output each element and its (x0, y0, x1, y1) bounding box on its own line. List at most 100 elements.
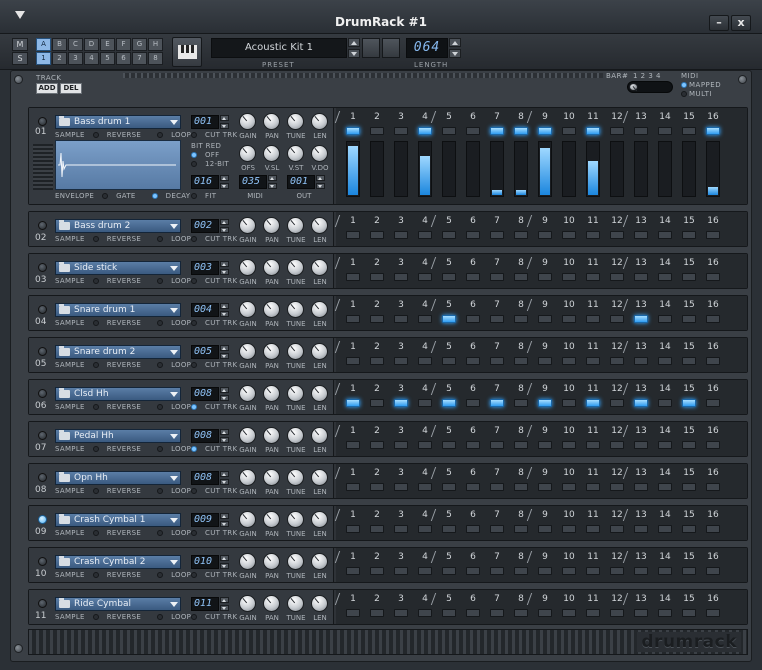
step-button[interactable] (442, 127, 456, 135)
step-button[interactable] (658, 483, 672, 491)
step-button[interactable] (610, 525, 624, 533)
step-button[interactable] (466, 483, 480, 491)
pattern-bank-e[interactable]: E (100, 38, 115, 51)
reverse-toggle[interactable]: REVERSE (92, 235, 149, 243)
step-button[interactable] (442, 567, 456, 575)
step-button[interactable] (442, 357, 456, 365)
step-button[interactable] (394, 441, 408, 449)
step-button[interactable] (514, 127, 528, 135)
step-button[interactable] (466, 315, 480, 323)
step-button[interactable] (490, 609, 504, 617)
mute-button[interactable]: M (12, 38, 28, 51)
step-button[interactable] (610, 273, 624, 281)
step-button[interactable] (442, 315, 456, 323)
step-button[interactable] (346, 567, 360, 575)
step-button[interactable] (490, 483, 504, 491)
step-button[interactable] (466, 567, 480, 575)
step-button[interactable] (634, 399, 648, 407)
step-button[interactable] (634, 441, 648, 449)
gain-knob[interactable] (239, 385, 256, 402)
step-button[interactable] (658, 441, 672, 449)
step-button[interactable] (370, 315, 384, 323)
step-button[interactable] (370, 231, 384, 239)
cut-track-display[interactable]: 008 (191, 471, 219, 485)
step-button[interactable] (346, 357, 360, 365)
velocity-slider[interactable] (514, 141, 528, 197)
pattern-number-5[interactable]: 5 (100, 52, 115, 65)
solo-button[interactable]: S (12, 52, 28, 65)
step-button[interactable] (706, 357, 720, 365)
reverse-toggle[interactable]: REVERSE (92, 529, 149, 537)
pan-knob[interactable] (263, 427, 280, 444)
bit-off-option[interactable]: OFF (191, 151, 227, 159)
step-button[interactable] (346, 483, 360, 491)
step-button[interactable] (538, 567, 552, 575)
step-button[interactable] (442, 231, 456, 239)
step-button[interactable] (490, 273, 504, 281)
tune-knob[interactable] (287, 343, 304, 360)
step-button[interactable] (682, 357, 696, 365)
open-folder-icon[interactable] (362, 38, 380, 58)
step-button[interactable] (370, 567, 384, 575)
out-channel-display[interactable]: 001 (287, 175, 315, 189)
bar-slider[interactable] (627, 81, 673, 93)
step-button[interactable] (706, 127, 720, 135)
step-button[interactable] (682, 609, 696, 617)
step-button[interactable] (490, 525, 504, 533)
fit-display-spinner[interactable] (220, 175, 229, 189)
velocity-slider[interactable] (658, 141, 672, 197)
step-button[interactable] (658, 357, 672, 365)
tune-knob[interactable] (287, 113, 304, 130)
sample-selector[interactable]: Pedal Hh (55, 429, 181, 443)
cut-track-spinner[interactable] (220, 219, 229, 233)
track-led[interactable] (38, 515, 47, 524)
step-button[interactable] (562, 609, 576, 617)
step-button[interactable] (682, 567, 696, 575)
len-knob[interactable] (311, 385, 328, 402)
gain-knob[interactable] (239, 595, 256, 612)
step-button[interactable] (538, 357, 552, 365)
step-button[interactable] (586, 127, 600, 135)
step-button[interactable] (634, 483, 648, 491)
pan-knob[interactable] (263, 113, 280, 130)
step-button[interactable] (490, 231, 504, 239)
step-button[interactable] (514, 525, 528, 533)
step-button[interactable] (346, 315, 360, 323)
cut-track-spinner[interactable] (220, 513, 229, 527)
pan-knob[interactable] (263, 511, 280, 528)
cut-track-display[interactable]: 001 (191, 115, 219, 129)
step-button[interactable] (634, 357, 648, 365)
tune-knob[interactable] (287, 553, 304, 570)
step-button[interactable] (682, 399, 696, 407)
step-button[interactable] (658, 525, 672, 533)
step-button[interactable] (514, 399, 528, 407)
velocity-slider[interactable] (634, 141, 648, 197)
reverse-toggle[interactable]: REVERSE (92, 277, 149, 285)
step-button[interactable] (466, 231, 480, 239)
step-button[interactable] (706, 315, 720, 323)
step-button[interactable] (538, 483, 552, 491)
cut-track-spinner[interactable] (220, 429, 229, 443)
track-led[interactable] (38, 557, 47, 566)
step-button[interactable] (610, 315, 624, 323)
step-button[interactable] (538, 231, 552, 239)
step-button[interactable] (370, 483, 384, 491)
gain-knob[interactable] (239, 553, 256, 570)
step-button[interactable] (370, 357, 384, 365)
save-disk-icon[interactable] (382, 38, 400, 58)
step-button[interactable] (466, 127, 480, 135)
step-button[interactable] (586, 441, 600, 449)
preset-spinner[interactable] (348, 38, 360, 58)
pattern-bank-b[interactable]: B (52, 38, 67, 51)
step-button[interactable] (490, 357, 504, 365)
step-button[interactable] (610, 399, 624, 407)
pan-knob[interactable] (263, 553, 280, 570)
pan-knob[interactable] (263, 217, 280, 234)
fit-display[interactable]: 016 (191, 175, 219, 189)
step-button[interactable] (658, 273, 672, 281)
step-button[interactable] (634, 231, 648, 239)
step-button[interactable] (706, 231, 720, 239)
step-button[interactable] (610, 609, 624, 617)
step-button[interactable] (658, 231, 672, 239)
step-button[interactable] (346, 441, 360, 449)
